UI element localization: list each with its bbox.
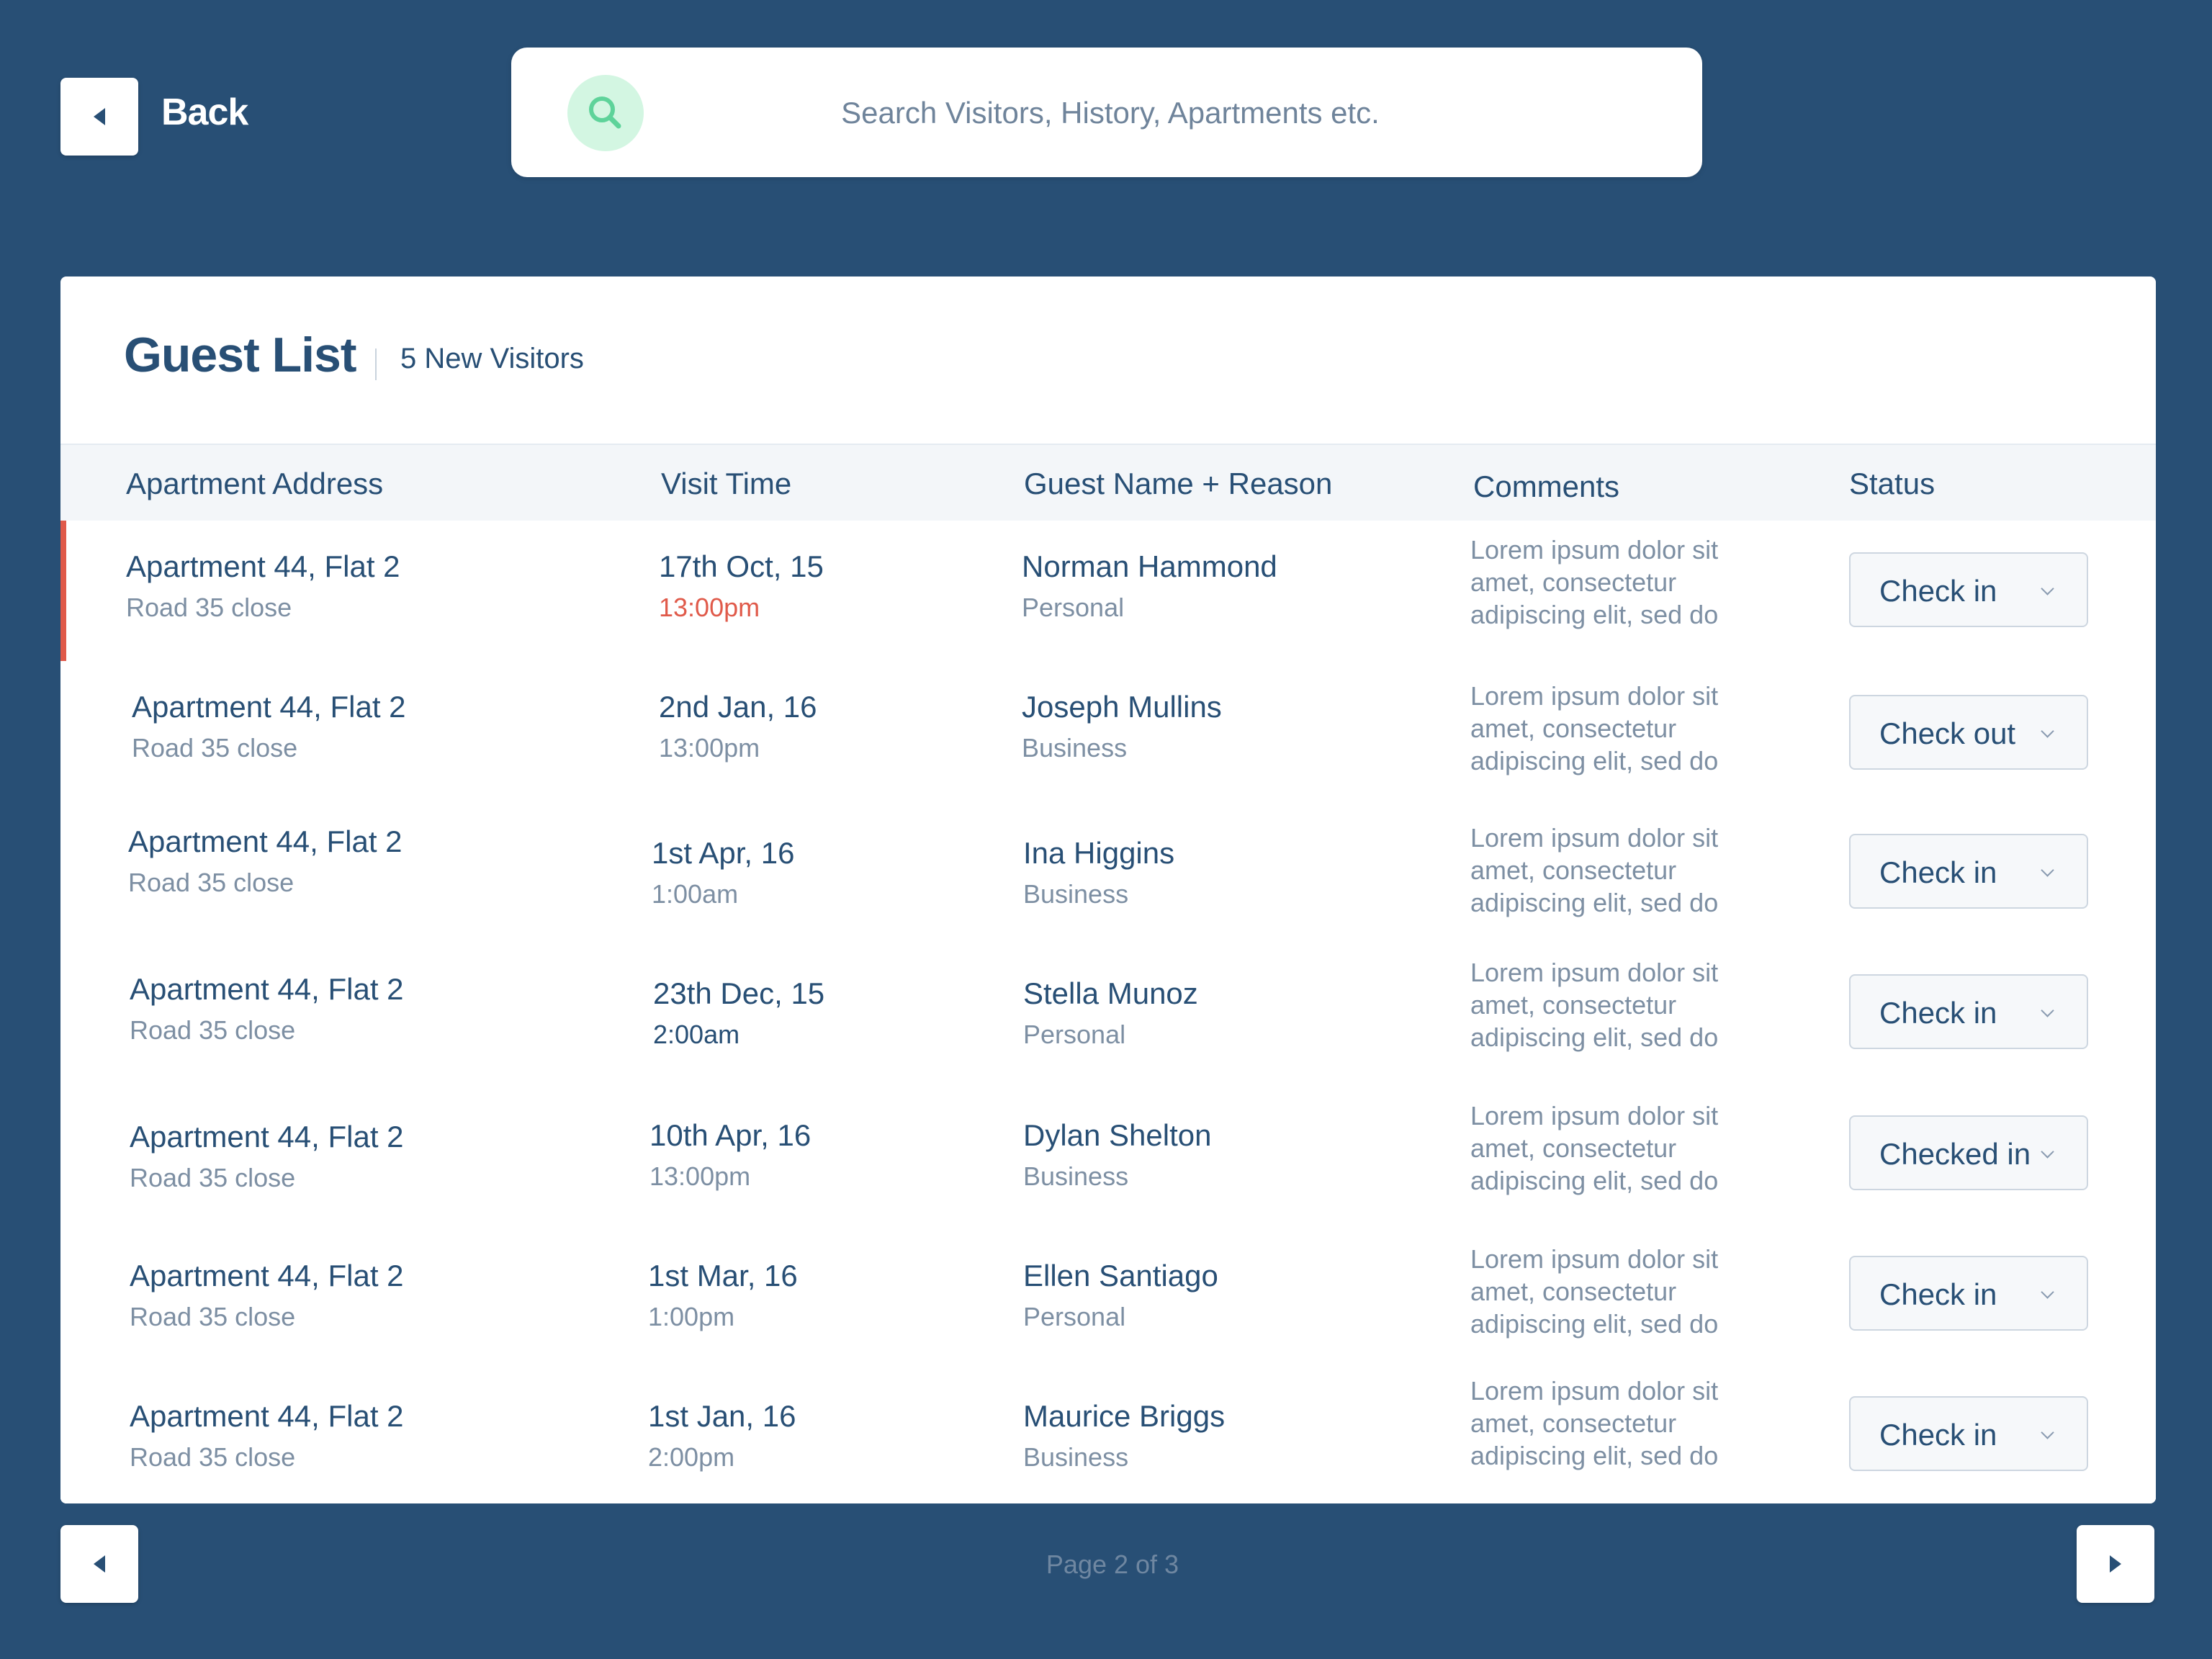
status-dropdown[interactable]: Checked in [1849,1115,2088,1190]
chevron-down-icon [2041,582,2054,595]
table-header: Apartment Address Visit Time Guest Name … [60,444,2156,523]
visit-date: 1st Jan, 16 [648,1399,796,1433]
visit-reason: Business [1022,733,1128,763]
column-header-guest: Guest Name + Reason [1024,467,1333,500]
comment-text: Lorem ipsum dolor sit amet, consectetur … [1470,1244,1719,1339]
visit-time: 1:00pm [648,1302,735,1331]
visit-date: 23th Dec, 15 [653,976,825,1010]
comment-text: Lorem ipsum dolor sit amet, consectetur … [1470,1376,1719,1470]
page-title: Guest List [124,328,356,382]
visit-date: 17th Oct, 15 [659,549,824,583]
status-label: Check out [1879,716,2016,750]
status-label: Check in [1879,1418,1997,1452]
guest-name: Joseph Mullins [1022,690,1222,724]
apartment-address: Apartment 44, Flat 2 [132,690,406,724]
status-dropdown[interactable]: Check in [1849,834,2088,909]
column-header-address: Apartment Address [126,467,384,500]
column-header-comments: Comments [1473,469,1620,503]
apartment-address: Apartment 44, Flat 2 [128,824,403,858]
guest-list-card: Guest List 5 New Visitors Apartment Addr… [60,276,2156,1503]
apartment-address: Apartment 44, Flat 2 [130,1399,404,1433]
back-button[interactable] [60,78,138,156]
road-name: Road 35 close [128,868,295,897]
road-name: Road 35 close [126,593,292,622]
chevron-down-icon [2041,724,2054,738]
search-icon[interactable] [567,75,644,151]
status-dropdown[interactable]: Check in [1849,1396,2088,1471]
search-bar[interactable] [511,48,1702,177]
visit-time: 2:00pm [648,1442,735,1472]
chevron-down-icon [2041,1145,2054,1159]
comment-text: Lorem ipsum dolor sit amet, consectetur … [1470,1101,1719,1195]
status-dropdown[interactable]: Check out [1849,695,2088,770]
comment-text: Lorem ipsum dolor sit amet, consectetur … [1470,681,1719,775]
back-label[interactable]: Back [161,91,248,134]
table-row[interactable]: Apartment 44, Flat 2 Road 35 close 2nd J… [60,661,2156,803]
visit-date: 10th Apr, 16 [649,1118,811,1152]
table-row[interactable]: Apartment 44, Flat 2 Road 35 close 1st J… [60,1363,2156,1503]
table-row[interactable]: Apartment 44, Flat 2 Road 35 close 1st M… [60,1223,2156,1364]
visit-time: 13:00pm [659,733,760,763]
visit-reason: Business [1023,1161,1129,1191]
visit-reason: Business [1023,879,1129,909]
guest-name: Dylan Shelton [1023,1118,1212,1152]
table-row[interactable]: Apartment 44, Flat 2 Road 35 close 17th … [60,521,2156,662]
table-row[interactable]: Apartment 44, Flat 2 Road 35 close 23th … [60,942,2156,1084]
apartment-address: Apartment 44, Flat 2 [126,549,400,583]
guest-name: Norman Hammond [1022,549,1277,583]
status-dropdown[interactable]: Check in [1849,1256,2088,1331]
road-name: Road 35 close [130,1015,296,1045]
guest-name: Maurice Briggs [1023,1399,1226,1433]
guest-name: Ellen Santiago [1023,1259,1218,1292]
visit-time: 1:00am [652,879,739,909]
new-visitors-count: 5 New Visitors [400,343,584,374]
apartment-address: Apartment 44, Flat 2 [130,972,404,1006]
apartment-address: Apartment 44, Flat 2 [130,1120,404,1154]
status-dropdown[interactable]: Check in [1849,552,2088,627]
chevron-down-icon [2041,863,2054,877]
visit-time: 13:00pm [649,1161,751,1191]
next-arrow-icon [2110,1555,2121,1573]
back-arrow-icon [94,108,105,125]
search-input[interactable] [655,84,1565,143]
status-label: Checked in [1879,1137,2031,1171]
visit-time: 13:00pm [659,593,760,622]
visit-reason: Personal [1023,1020,1126,1049]
road-name: Road 35 close [130,1163,296,1192]
visit-time: 2:00am [653,1020,740,1049]
table-row[interactable]: Apartment 44, Flat 2 Road 35 close 1st A… [60,801,2156,943]
visit-date: 1st Mar, 16 [648,1259,798,1292]
status-dropdown[interactable]: Check in [1849,974,2088,1049]
guest-name: Stella Munoz [1023,976,1198,1010]
road-name: Road 35 close [132,733,298,763]
comment-text: Lorem ipsum dolor sit amet, consectetur … [1470,535,1719,629]
table-row[interactable]: Apartment 44, Flat 2 Road 35 close 10th … [60,1082,2156,1224]
page-indicator: Page 2 of 3 [1046,1550,1179,1579]
status-label: Check in [1879,1277,1997,1311]
visit-reason: Personal [1022,593,1125,622]
prev-page-button[interactable] [60,1525,138,1603]
chevron-down-icon [2041,1004,2054,1017]
prev-arrow-icon [94,1555,105,1573]
visit-reason: Personal [1023,1302,1126,1331]
visit-date: 1st Apr, 16 [652,836,795,870]
title-divider [375,349,377,380]
status-label: Check in [1879,855,1997,889]
apartment-address: Apartment 44, Flat 2 [130,1259,404,1292]
visit-date: 2nd Jan, 16 [659,690,817,724]
column-header-status: Status [1849,467,1936,500]
road-name: Road 35 close [130,1442,296,1472]
status-label: Check in [1879,574,1997,608]
status-label: Check in [1879,996,1997,1030]
column-header-visit-time: Visit Time [661,467,792,500]
guest-name: Ina Higgins [1023,836,1175,870]
road-name: Road 35 close [130,1302,296,1331]
comment-text: Lorem ipsum dolor sit amet, consectetur … [1470,958,1719,1052]
chevron-down-icon [2041,1285,2054,1299]
visit-reason: Business [1023,1442,1129,1472]
comment-text: Lorem ipsum dolor sit amet, consectetur … [1470,823,1719,917]
chevron-down-icon [2041,1426,2054,1439]
next-page-button[interactable] [2077,1525,2154,1603]
